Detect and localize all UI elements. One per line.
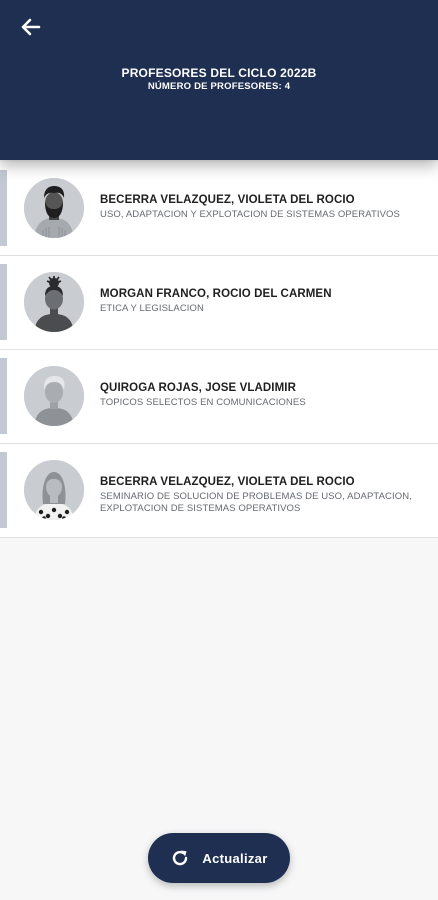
professor-name: BECERRA VELAZQUEZ, VIOLETA DEL ROCIO <box>100 476 355 488</box>
refresh-button-label: Actualizar <box>202 850 268 866</box>
professor-card[interactable]: BECERRA VELAZQUEZ, VIOLETA DEL ROCIO SEM… <box>0 444 438 538</box>
card-accent-bar <box>0 264 7 340</box>
professor-card[interactable]: QUIROGA ROJAS, JOSE VLADIMIR TOPICOS SEL… <box>0 350 438 444</box>
professor-subject: TOPICOS SELECTOS EN COMUNICACIONES <box>100 397 306 408</box>
page-title: PROFESORES DEL CICLO 2022B <box>121 66 317 80</box>
professor-subject: USO, ADAPTACION Y EXPLOTACION DE SISTEMA… <box>100 209 400 220</box>
card-accent-bar <box>0 170 7 246</box>
professor-subject: ETICA Y LEGISLACION <box>100 303 204 314</box>
refresh-icon <box>173 850 188 866</box>
professor-name: MORGAN FRANCO, ROCIO DEL CARMEN <box>100 288 332 300</box>
arrow-left-icon <box>21 18 41 36</box>
back-button[interactable] <box>14 12 48 42</box>
refresh-button[interactable]: Actualizar <box>148 833 290 883</box>
app-header: PROFESORES DEL CICLO 2022B NÚMERO DE PRO… <box>0 0 438 160</box>
woman-polka-dot-avatar <box>24 460 84 520</box>
woman-bun-avatar <box>24 272 84 332</box>
professor-list: BECERRA VELAZQUEZ, VIOLETA DEL ROCIO USO… <box>0 162 438 538</box>
older-man-avatar <box>24 366 84 426</box>
professor-subject: SEMINARIO DE SOLUCION DE PROBLEMAS DE US… <box>100 491 412 514</box>
card-accent-bar <box>0 452 7 528</box>
man-beard-avatar <box>24 178 84 238</box>
professor-count: NÚMERO DE PROFESORES: 4 <box>147 81 291 92</box>
professor-card[interactable]: MORGAN FRANCO, ROCIO DEL CARMEN ETICA Y … <box>0 256 438 350</box>
professor-name: BECERRA VELAZQUEZ, VIOLETA DEL ROCIO <box>100 194 355 206</box>
card-accent-bar <box>0 358 7 434</box>
professor-card[interactable]: BECERRA VELAZQUEZ, VIOLETA DEL ROCIO USO… <box>0 162 438 256</box>
professor-name: QUIROGA ROJAS, JOSE VLADIMIR <box>100 382 296 394</box>
